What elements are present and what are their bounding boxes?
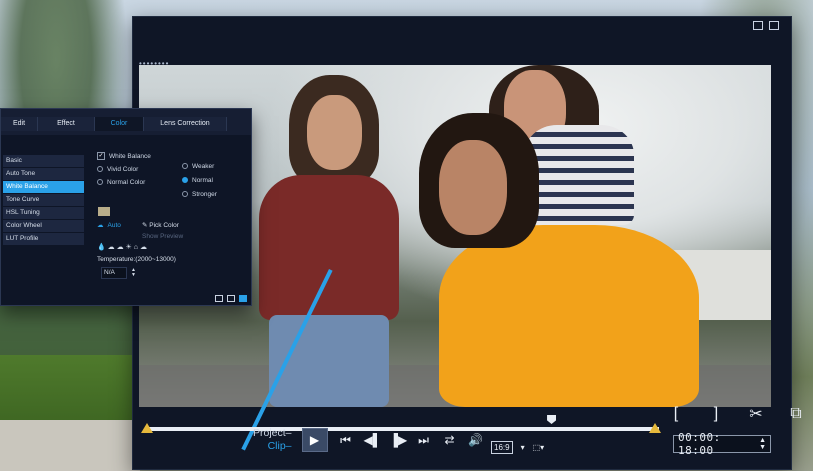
person-front-hoodie [439, 225, 699, 407]
normal-color-option[interactable]: Normal Color [97, 177, 151, 187]
pick-color-label: Pick Color [149, 222, 179, 229]
aspect-ratio-dropdown-icon[interactable]: ▾ [521, 443, 525, 452]
timecode-field[interactable]: 00:00: 18:00 ▲ ▼ [673, 431, 771, 457]
mark-out-button[interactable]: ] [707, 405, 725, 423]
normal-color-label: Normal Color [107, 178, 146, 186]
color-adjustment-panel: Edit Effect Color Lens Correction Basic … [0, 108, 252, 306]
person-left-shirt [259, 175, 399, 320]
timecode-value[interactable]: 00:00: 18:00 [678, 431, 759, 457]
vivid-color-option[interactable]: Vivid Color [97, 164, 151, 174]
project-clip-toggle[interactable]: Project– Clip– [253, 427, 292, 453]
category-tone-curve[interactable]: Tone Curve [3, 194, 84, 206]
category-white-balance[interactable]: White Balance [3, 181, 84, 193]
previous-frame-icon[interactable]: ◀▌ [364, 433, 382, 447]
auto-label: Auto [107, 221, 121, 229]
title-bar[interactable]: •••••••• [133, 17, 791, 68]
person-front-face [439, 140, 507, 235]
go-to-end-icon[interactable]: ⏭ [416, 433, 432, 448]
background-path [0, 420, 140, 471]
eyedropper-icon: ✎ [142, 222, 148, 229]
scene-preset-icons[interactable]: 💧 ☁ ☁ ☀ ⌂ ☁ [97, 243, 147, 251]
play-button[interactable]: ▶ [301, 428, 328, 452]
panel-footer-buttons [215, 295, 247, 302]
clip-mode-label[interactable]: Clip– [253, 440, 292, 453]
temperature-control: N/A ▲ ▼ [101, 267, 136, 279]
person-left-face [307, 95, 362, 170]
timecode-up-icon[interactable]: ▲ [759, 437, 766, 444]
normal-label: Normal [192, 176, 213, 184]
aspect-controls: 16:9 ▾ ⬚▾ [491, 441, 544, 454]
auto-icon: ☁ [97, 222, 104, 229]
normal-radio[interactable] [182, 177, 188, 183]
vivid-color-label: Vivid Color [107, 165, 139, 173]
paste-attributes-icon[interactable] [227, 295, 235, 302]
show-preview-label: Show Preview [142, 233, 184, 240]
stronger-radio[interactable] [182, 191, 188, 197]
category-basic[interactable]: Basic [3, 155, 84, 167]
mark-in-marker[interactable] [141, 423, 153, 433]
playhead[interactable] [547, 415, 557, 424]
maximize-icon[interactable] [769, 21, 779, 30]
copy-attributes-icon[interactable] [215, 295, 223, 302]
tab-edit[interactable]: Edit [1, 117, 38, 131]
weaker-label: Weaker [192, 162, 215, 170]
panel-tabs: Edit Effect Color Lens Correction [1, 117, 251, 131]
aspect-ratio-selector[interactable]: 16:9 [491, 441, 513, 454]
category-lut-profile[interactable]: LUT Profile [3, 233, 84, 245]
next-frame-icon[interactable]: ▐▶ [390, 433, 408, 447]
category-hsl-tuning[interactable]: HSL Tuning [3, 207, 84, 219]
weaker-option[interactable]: Weaker [182, 161, 217, 171]
normal-color-radio[interactable] [97, 179, 103, 185]
crop-dropdown-icon[interactable]: ⬚▾ [533, 443, 545, 452]
panel-body: Basic Auto Tone White Balance Tone Curve… [1, 135, 251, 305]
temperature-down-icon[interactable]: ▼ [131, 273, 136, 278]
pick-color-button[interactable]: ✎ Pick Color [142, 221, 179, 229]
white-balance-checkbox[interactable]: ✓ [97, 152, 105, 160]
white-balance-options: ✓ White Balance Vivid Color Normal Color [97, 151, 151, 187]
auto-button[interactable]: ☁ Auto [97, 221, 121, 230]
volume-icon[interactable]: 🔊 [468, 433, 484, 447]
color-swatch[interactable] [98, 207, 110, 216]
mark-out-marker[interactable] [649, 423, 661, 433]
edit-icon[interactable] [239, 295, 247, 302]
snapshot-button[interactable]: ⧉ [787, 405, 805, 423]
tab-effect[interactable]: Effect [38, 117, 95, 131]
show-preview-option[interactable]: Show Preview [142, 233, 183, 240]
adjustment-category-list: Basic Auto Tone White Balance Tone Curve… [3, 155, 84, 245]
stronger-label: Stronger [192, 190, 217, 198]
stronger-option[interactable]: Stronger [182, 189, 217, 199]
background-lawn [0, 355, 140, 425]
transport-controls: Project– Clip– ▶ ⏮ ◀▌ ▐▶ ⏭ ⇄ 🔊 [253, 427, 484, 453]
split-clip-button[interactable]: ✂ [747, 405, 765, 423]
weaker-radio[interactable] [182, 163, 188, 169]
background-hedge [0, 305, 140, 360]
tab-lens-correction[interactable]: Lens Correction [144, 117, 227, 131]
normal-option[interactable]: Normal [182, 175, 217, 185]
timecode-stepper[interactable]: ▲ ▼ [759, 437, 766, 451]
repeat-icon[interactable]: ⇄ [442, 433, 458, 447]
go-to-start-icon[interactable]: ⏮ [338, 433, 354, 448]
tab-color[interactable]: Color [95, 117, 144, 131]
window-controls [753, 21, 779, 30]
temperature-label: Temperature:(2000~13000) [97, 256, 176, 263]
white-balance-checkbox-row[interactable]: ✓ White Balance [97, 151, 151, 161]
temperature-field[interactable]: N/A [101, 267, 127, 279]
strength-options: Weaker Normal Stronger [182, 161, 217, 199]
person-top-shirt [524, 125, 634, 225]
mark-in-button[interactable]: [ [667, 405, 685, 423]
restore-icon[interactable] [753, 21, 763, 30]
temperature-stepper[interactable]: ▲ ▼ [131, 268, 136, 278]
timeline-tools: [ ] ✂ ⧉ [667, 405, 805, 423]
category-color-wheel[interactable]: Color Wheel [3, 220, 84, 232]
project-mode-label[interactable]: Project– [253, 427, 292, 440]
category-auto-tone[interactable]: Auto Tone [3, 168, 84, 180]
timecode-down-icon[interactable]: ▼ [759, 444, 766, 451]
vivid-color-radio[interactable] [97, 166, 103, 172]
white-balance-label: White Balance [109, 152, 151, 160]
